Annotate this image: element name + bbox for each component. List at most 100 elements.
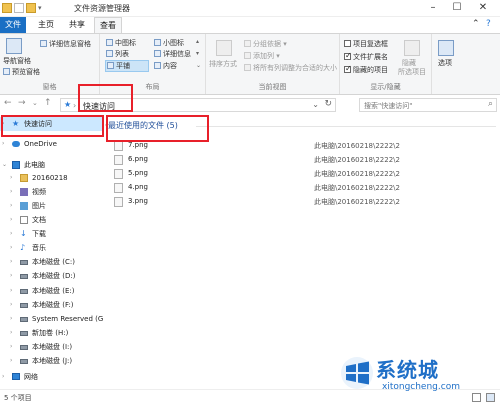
layout-small-icons[interactable]: 小图标 — [154, 38, 184, 48]
sort-by-icon — [216, 40, 232, 56]
address-dropdown-icon[interactable]: ⌄ — [312, 100, 319, 109]
search-icon[interactable]: ⌕ — [488, 99, 493, 109]
expand-chevron-icon[interactable]: › — [10, 354, 12, 368]
properties-icon[interactable] — [14, 3, 24, 13]
nav-item[interactable]: › 本地磁盘 (C:) — [0, 255, 104, 269]
nav-item[interactable]: › 本地磁盘 (E:) — [0, 284, 104, 298]
minimize-button[interactable]: – — [422, 1, 444, 15]
layout-scroll-up-icon[interactable]: ▴ — [196, 38, 199, 45]
file-row[interactable]: 7.png 此电脑\20160218\2222\2 — [104, 139, 500, 153]
recent-locations-icon[interactable]: ⌄ — [32, 99, 38, 107]
tab-share[interactable]: 共享 — [63, 17, 91, 33]
expand-chevron-icon[interactable]: › — [10, 312, 12, 326]
nav-item[interactable]: › 本地磁盘 (D:) — [0, 269, 104, 283]
layout-medium-icons[interactable]: 中图标 — [106, 38, 136, 48]
expand-chevron-icon[interactable]: › — [10, 255, 12, 269]
refresh-icon[interactable]: ↻ — [324, 99, 332, 109]
content-icon — [154, 62, 161, 69]
nav-item[interactable]: › 20160218 — [0, 171, 104, 185]
details-pane-button[interactable]: 详细信息窗格 — [40, 39, 91, 49]
layout-tiles[interactable]: 平铺 — [105, 60, 149, 72]
expand-chevron-icon[interactable]: › — [10, 185, 12, 199]
file-row[interactable]: 3.png 此电脑\20160218\2222\2 — [104, 195, 500, 209]
nav-item[interactable]: › 本地磁盘 (F:) — [0, 298, 104, 312]
sort-by-button[interactable]: 排序方式 — [209, 59, 237, 69]
layout-scroll-down-icon[interactable]: ▾ — [196, 50, 199, 57]
file-path: 此电脑\20160218\2222\2 — [314, 184, 400, 192]
expand-chevron-icon[interactable]: › — [10, 171, 12, 185]
nav-item[interactable]: › 新加卷 (H:) — [0, 326, 104, 340]
tab-file[interactable]: 文件 — [0, 17, 26, 33]
expanded-chevron-icon[interactable]: ⌄ — [2, 158, 7, 172]
hidden-items-checkbox[interactable] — [344, 64, 352, 73]
nav-item-label: System Reserved (G: — [32, 315, 104, 323]
expand-chevron-icon[interactable]: › — [10, 284, 12, 298]
file-extensions-toggle[interactable]: 文件扩展名 — [344, 51, 388, 62]
item-checkboxes-checkbox[interactable] — [344, 40, 351, 47]
close-button[interactable]: ✕ — [472, 1, 494, 15]
expand-chevron-icon[interactable]: › — [10, 227, 12, 241]
expand-chevron-icon[interactable]: › — [10, 326, 12, 340]
add-columns-button[interactable]: 添加列 ▾ — [244, 51, 280, 61]
file-row[interactable]: 4.png 此电脑\20160218\2222\2 — [104, 181, 500, 195]
expand-chevron-icon[interactable]: › — [10, 241, 12, 255]
nav-item[interactable]: › 图片 — [0, 199, 104, 213]
nav-item[interactable]: › 文档 — [0, 213, 104, 227]
watermark-url: xitongcheng.com — [382, 382, 460, 392]
back-button[interactable]: ← — [4, 98, 12, 108]
nav-item[interactable]: › System Reserved (G: — [0, 312, 104, 326]
nav-item[interactable]: › 视频 — [0, 185, 104, 199]
size-columns-icon — [244, 64, 251, 71]
breadcrumb-separator-icon[interactable]: › — [73, 101, 76, 110]
collapse-ribbon-icon[interactable]: ⌃ — [472, 19, 480, 29]
forward-button[interactable]: → — [18, 98, 26, 108]
new-folder-icon[interactable] — [26, 3, 36, 13]
expand-chevron-icon[interactable]: › — [10, 269, 12, 283]
tab-home[interactable]: 主页 — [32, 17, 60, 33]
nav-item[interactable]: › 本地磁盘 (I:) — [0, 340, 104, 354]
search-input[interactable]: 搜索"快速访问" ⌕ — [359, 98, 497, 112]
layout-expand-icon[interactable]: ⌄ — [196, 62, 201, 69]
nav-item-label: 本地磁盘 (C:) — [32, 258, 75, 266]
help-icon[interactable]: ? — [486, 19, 491, 29]
nav-item[interactable]: › 网络 — [0, 370, 104, 384]
up-button[interactable]: ↑ — [44, 98, 52, 108]
options-button[interactable]: 选项 — [438, 58, 452, 68]
expand-chevron-icon[interactable]: › — [10, 298, 12, 312]
breadcrumb[interactable]: 快速访问 — [83, 101, 115, 112]
preview-pane-button[interactable]: 预览窗格 — [3, 67, 40, 77]
nav-item[interactable]: › ↓ 下载 — [0, 227, 104, 241]
file-name: 5.png — [128, 169, 149, 177]
expand-chevron-icon[interactable]: › — [2, 117, 4, 131]
item-checkboxes-toggle[interactable]: 项目复选框 — [344, 39, 388, 49]
expand-chevron-icon[interactable]: › — [2, 137, 4, 151]
expand-chevron-icon[interactable]: › — [10, 340, 12, 354]
size-columns-button[interactable]: 将所有列调整为合适的大小 — [244, 63, 337, 73]
expand-chevron-icon[interactable]: › — [2, 370, 4, 384]
hidden-items-toggle[interactable]: 隐藏的项目 — [344, 64, 388, 75]
customize-toolbar-icon[interactable]: ▾ — [38, 3, 42, 13]
file-extensions-checkbox[interactable] — [344, 51, 352, 60]
maximize-button[interactable]: ☐ — [446, 1, 468, 15]
file-row[interactable]: 5.png 此电脑\20160218\2222\2 — [104, 167, 500, 181]
layout-details[interactable]: 详细信息 — [154, 49, 191, 59]
expand-chevron-icon[interactable]: › — [10, 199, 12, 213]
nav-item[interactable]: › ♪ 音乐 — [0, 241, 104, 255]
layout-list[interactable]: 列表 — [106, 49, 129, 59]
expand-chevron-icon[interactable]: › — [10, 213, 12, 227]
nav-item[interactable]: ⌄ 此电脑 — [0, 158, 104, 172]
folder-icon — [2, 3, 12, 13]
nav-item[interactable]: › 本地磁盘 (J:) — [0, 354, 104, 368]
group-by-button[interactable]: 分组依据 ▾ — [244, 39, 287, 49]
layout-content[interactable]: 内容 — [154, 61, 177, 71]
nav-item[interactable]: › OneDrive — [0, 137, 104, 151]
options-icon — [438, 40, 454, 56]
address-bar-row: ← → ⌄ ↑ ★ › 快速访问 ⌄ ↻ 搜索"快速访问" ⌕ — [0, 96, 500, 114]
address-field[interactable]: ★ › 快速访问 ⌄ ↻ — [60, 98, 336, 112]
nav-item[interactable]: › ★ 快速访问 — [0, 117, 104, 131]
show-hide-group-label: 显示/隐藏 — [370, 83, 401, 91]
file-row[interactable]: 6.png 此电脑\20160218\2222\2 — [104, 153, 500, 167]
tab-view[interactable]: 查看 — [94, 17, 122, 33]
recent-files-header[interactable]: 最近使用的文件 (5) — [108, 120, 178, 131]
navigation-pane-button[interactable]: 导航窗格 — [3, 56, 31, 66]
